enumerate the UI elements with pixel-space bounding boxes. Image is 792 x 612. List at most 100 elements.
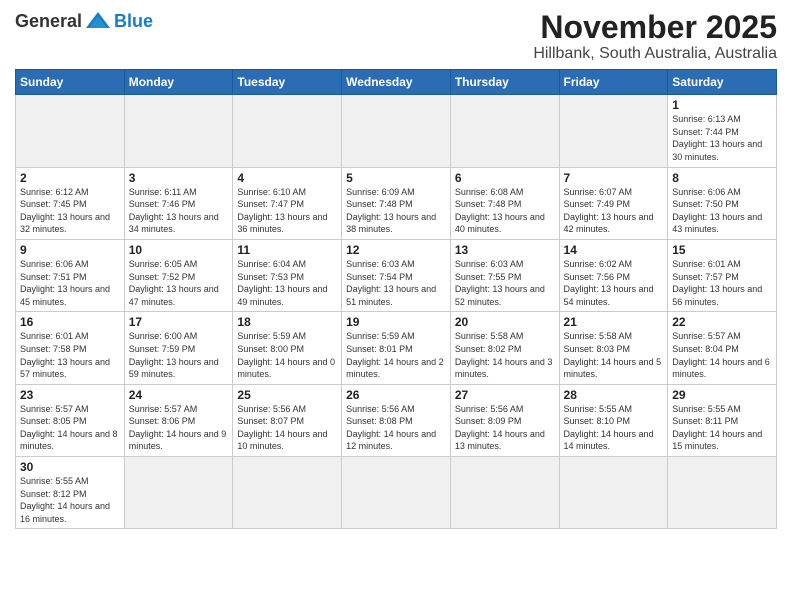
day-number: 2 xyxy=(20,171,120,185)
day-number: 7 xyxy=(564,171,664,185)
day-info: Sunrise: 5:57 AMSunset: 8:05 PMDaylight:… xyxy=(20,403,120,453)
calendar-cell xyxy=(450,95,559,167)
day-number: 25 xyxy=(237,388,337,402)
calendar-cell: 9Sunrise: 6:06 AMSunset: 7:51 PMDaylight… xyxy=(16,239,125,311)
calendar-cell xyxy=(16,95,125,167)
logo-general: General xyxy=(15,11,82,32)
day-number: 19 xyxy=(346,315,446,329)
day-info: Sunrise: 6:09 AMSunset: 7:48 PMDaylight:… xyxy=(346,186,446,236)
day-number: 11 xyxy=(237,243,337,257)
day-info: Sunrise: 6:07 AMSunset: 7:49 PMDaylight:… xyxy=(564,186,664,236)
weekday-header-tuesday: Tuesday xyxy=(233,70,342,95)
day-number: 3 xyxy=(129,171,229,185)
calendar-cell: 27Sunrise: 5:56 AMSunset: 8:09 PMDayligh… xyxy=(450,384,559,456)
calendar-cell: 29Sunrise: 5:55 AMSunset: 8:11 PMDayligh… xyxy=(668,384,777,456)
day-info: Sunrise: 6:06 AMSunset: 7:51 PMDaylight:… xyxy=(20,258,120,308)
logo-area: General Blue xyxy=(15,10,153,32)
weekday-header-saturday: Saturday xyxy=(668,70,777,95)
calendar-cell xyxy=(124,95,233,167)
weekday-header-row: SundayMondayTuesdayWednesdayThursdayFrid… xyxy=(16,70,777,95)
calendar-cell: 3Sunrise: 6:11 AMSunset: 7:46 PMDaylight… xyxy=(124,167,233,239)
day-info: Sunrise: 5:56 AMSunset: 8:09 PMDaylight:… xyxy=(455,403,555,453)
day-number: 23 xyxy=(20,388,120,402)
calendar-cell: 16Sunrise: 6:01 AMSunset: 7:58 PMDayligh… xyxy=(16,312,125,384)
day-info: Sunrise: 5:59 AMSunset: 8:00 PMDaylight:… xyxy=(237,330,337,380)
day-info: Sunrise: 6:10 AMSunset: 7:47 PMDaylight:… xyxy=(237,186,337,236)
day-info: Sunrise: 6:00 AMSunset: 7:59 PMDaylight:… xyxy=(129,330,229,380)
calendar-cell: 11Sunrise: 6:04 AMSunset: 7:53 PMDayligh… xyxy=(233,239,342,311)
weekday-header-friday: Friday xyxy=(559,70,668,95)
calendar-cell: 5Sunrise: 6:09 AMSunset: 7:48 PMDaylight… xyxy=(342,167,451,239)
calendar-cell xyxy=(233,457,342,529)
calendar-week-row: 23Sunrise: 5:57 AMSunset: 8:05 PMDayligh… xyxy=(16,384,777,456)
calendar-cell: 10Sunrise: 6:05 AMSunset: 7:52 PMDayligh… xyxy=(124,239,233,311)
calendar-cell: 8Sunrise: 6:06 AMSunset: 7:50 PMDaylight… xyxy=(668,167,777,239)
calendar-cell: 15Sunrise: 6:01 AMSunset: 7:57 PMDayligh… xyxy=(668,239,777,311)
calendar-cell xyxy=(668,457,777,529)
calendar-cell: 18Sunrise: 5:59 AMSunset: 8:00 PMDayligh… xyxy=(233,312,342,384)
calendar-table: SundayMondayTuesdayWednesdayThursdayFrid… xyxy=(15,69,777,529)
day-number: 1 xyxy=(672,98,772,112)
day-number: 30 xyxy=(20,460,120,474)
calendar-cell xyxy=(124,457,233,529)
logo-icon xyxy=(84,10,112,32)
day-number: 28 xyxy=(564,388,664,402)
calendar-cell: 26Sunrise: 5:56 AMSunset: 8:08 PMDayligh… xyxy=(342,384,451,456)
calendar-cell: 30Sunrise: 5:55 AMSunset: 8:12 PMDayligh… xyxy=(16,457,125,529)
calendar-week-row: 9Sunrise: 6:06 AMSunset: 7:51 PMDaylight… xyxy=(16,239,777,311)
calendar-cell xyxy=(233,95,342,167)
calendar-cell: 4Sunrise: 6:10 AMSunset: 7:47 PMDaylight… xyxy=(233,167,342,239)
calendar-cell: 7Sunrise: 6:07 AMSunset: 7:49 PMDaylight… xyxy=(559,167,668,239)
calendar-week-row: 2Sunrise: 6:12 AMSunset: 7:45 PMDaylight… xyxy=(16,167,777,239)
day-number: 27 xyxy=(455,388,555,402)
calendar-cell: 20Sunrise: 5:58 AMSunset: 8:02 PMDayligh… xyxy=(450,312,559,384)
weekday-header-thursday: Thursday xyxy=(450,70,559,95)
day-number: 13 xyxy=(455,243,555,257)
day-number: 8 xyxy=(672,171,772,185)
calendar-cell: 2Sunrise: 6:12 AMSunset: 7:45 PMDaylight… xyxy=(16,167,125,239)
day-number: 26 xyxy=(346,388,446,402)
day-info: Sunrise: 5:57 AMSunset: 8:06 PMDaylight:… xyxy=(129,403,229,453)
calendar-cell: 19Sunrise: 5:59 AMSunset: 8:01 PMDayligh… xyxy=(342,312,451,384)
weekday-header-monday: Monday xyxy=(124,70,233,95)
calendar-cell xyxy=(559,457,668,529)
calendar-cell: 12Sunrise: 6:03 AMSunset: 7:54 PMDayligh… xyxy=(342,239,451,311)
day-number: 22 xyxy=(672,315,772,329)
day-info: Sunrise: 6:11 AMSunset: 7:46 PMDaylight:… xyxy=(129,186,229,236)
calendar-cell xyxy=(342,95,451,167)
day-number: 24 xyxy=(129,388,229,402)
calendar-cell: 14Sunrise: 6:02 AMSunset: 7:56 PMDayligh… xyxy=(559,239,668,311)
weekday-header-sunday: Sunday xyxy=(16,70,125,95)
day-number: 5 xyxy=(346,171,446,185)
day-info: Sunrise: 5:58 AMSunset: 8:03 PMDaylight:… xyxy=(564,330,664,380)
day-number: 21 xyxy=(564,315,664,329)
logo: General Blue xyxy=(15,10,153,32)
calendar-week-row: 16Sunrise: 6:01 AMSunset: 7:58 PMDayligh… xyxy=(16,312,777,384)
day-number: 17 xyxy=(129,315,229,329)
calendar-cell: 25Sunrise: 5:56 AMSunset: 8:07 PMDayligh… xyxy=(233,384,342,456)
weekday-header-wednesday: Wednesday xyxy=(342,70,451,95)
day-number: 4 xyxy=(237,171,337,185)
day-number: 6 xyxy=(455,171,555,185)
month-title: November 2025 xyxy=(533,10,777,45)
day-info: Sunrise: 6:05 AMSunset: 7:52 PMDaylight:… xyxy=(129,258,229,308)
calendar-cell: 28Sunrise: 5:55 AMSunset: 8:10 PMDayligh… xyxy=(559,384,668,456)
day-info: Sunrise: 5:55 AMSunset: 8:11 PMDaylight:… xyxy=(672,403,772,453)
calendar-cell: 23Sunrise: 5:57 AMSunset: 8:05 PMDayligh… xyxy=(16,384,125,456)
calendar-cell xyxy=(342,457,451,529)
logo-blue: Blue xyxy=(114,11,153,32)
day-info: Sunrise: 6:06 AMSunset: 7:50 PMDaylight:… xyxy=(672,186,772,236)
day-number: 10 xyxy=(129,243,229,257)
page: General Blue November 2025 Hillbank, Sou… xyxy=(0,0,792,539)
day-number: 20 xyxy=(455,315,555,329)
day-number: 16 xyxy=(20,315,120,329)
day-info: Sunrise: 6:13 AMSunset: 7:44 PMDaylight:… xyxy=(672,113,772,163)
day-info: Sunrise: 5:58 AMSunset: 8:02 PMDaylight:… xyxy=(455,330,555,380)
calendar-week-row: 30Sunrise: 5:55 AMSunset: 8:12 PMDayligh… xyxy=(16,457,777,529)
day-info: Sunrise: 6:03 AMSunset: 7:55 PMDaylight:… xyxy=(455,258,555,308)
day-number: 9 xyxy=(20,243,120,257)
calendar-cell xyxy=(450,457,559,529)
day-info: Sunrise: 6:02 AMSunset: 7:56 PMDaylight:… xyxy=(564,258,664,308)
day-number: 15 xyxy=(672,243,772,257)
calendar-cell: 1Sunrise: 6:13 AMSunset: 7:44 PMDaylight… xyxy=(668,95,777,167)
